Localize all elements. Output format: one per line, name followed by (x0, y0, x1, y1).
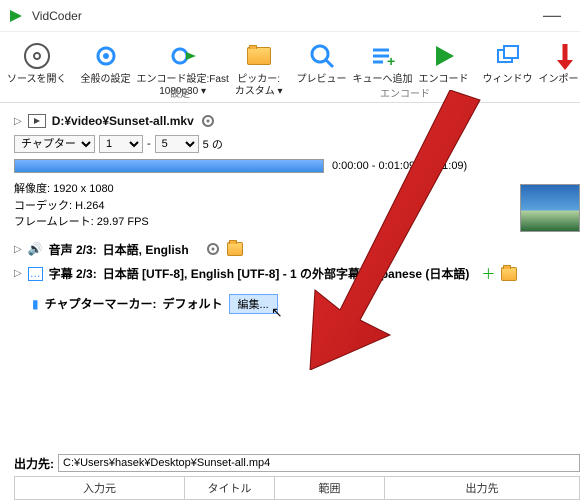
subtitle-label: 字幕 2/3: (49, 267, 97, 281)
speaker-icon: 🔊 (28, 242, 43, 256)
subtitle-folder-icon[interactable] (501, 267, 517, 281)
disc-icon (21, 40, 53, 72)
btn-label: ウィンドウ (483, 74, 533, 86)
audio-gear-icon[interactable] (205, 241, 221, 257)
btn-label: ソースを開く (7, 74, 67, 86)
preview-thumbnail[interactable] (520, 184, 580, 232)
audio-folder-icon[interactable] (227, 242, 243, 256)
progress-bar[interactable] (14, 159, 324, 173)
subtitle-value: 日本語 [UTF-8], English [UTF-8] - 1 の外部字幕: … (103, 267, 470, 281)
list-plus-icon: + (367, 40, 399, 72)
app-title: VidCoder (32, 9, 82, 23)
gear-play-icon (167, 40, 199, 72)
btn-label: インポート/ (539, 74, 580, 86)
down-arrow-icon (549, 40, 580, 72)
col-title[interactable]: タイトル (185, 477, 275, 499)
titlebar: VidCoder — (0, 0, 580, 32)
content-area: ▷ D:¥video¥Sunset-all.mkv チャプター 1 - 5 5 … (0, 103, 580, 328)
video-info: 解像度: 1920 x 1080 コーデック: H.264 フレームレート: 2… (14, 181, 566, 231)
output-path-input[interactable] (58, 454, 580, 472)
output-table-header: 入力元 タイトル 範囲 出力先 (14, 476, 580, 500)
audio-value: 日本語, English (103, 243, 189, 257)
progress-range: 0:00:00 - 0:01:09 (332, 160, 415, 172)
expander-icon[interactable]: ▷ (14, 116, 22, 127)
col-output[interactable]: 出力先 (385, 477, 579, 499)
expander-icon[interactable]: ▷ (14, 268, 22, 279)
picker-button[interactable]: ピッカー: カスタム ▾ (232, 38, 286, 100)
open-source-button[interactable]: ソースを開く (4, 38, 70, 88)
encode-button[interactable]: エンコード (416, 38, 472, 88)
btn-label: ピッカー: カスタム ▾ (235, 74, 283, 98)
windows-icon (492, 40, 524, 72)
add-subtitle-icon[interactable]: ＋ (481, 264, 495, 284)
chapter-to-select[interactable]: 5 (155, 135, 199, 153)
folder-icon (243, 40, 275, 72)
chapter-from-select[interactable]: 1 (99, 135, 143, 153)
audio-label: 音声 2/3: (49, 243, 97, 257)
cursor-icon: ↖ (271, 304, 283, 321)
preview-button[interactable]: プレビュー (294, 38, 350, 88)
btn-label: プレビュー (297, 74, 347, 86)
svg-text:+: + (387, 53, 395, 69)
chapter-count-label: 5 の (203, 136, 223, 152)
source-path: D:¥video¥Sunset-all.mkv (52, 114, 194, 128)
magnify-icon (306, 40, 338, 72)
global-settings-button[interactable]: 全般の設定 (78, 38, 134, 88)
bookmark-icon: ▮ (32, 297, 39, 311)
gear-icon (90, 40, 122, 72)
chapter-mode-select[interactable]: チャプター (14, 135, 95, 153)
col-range[interactable]: 範囲 (275, 477, 385, 499)
subtitle-icon: … (28, 267, 43, 281)
video-file-icon (28, 114, 46, 128)
edit-marker-button[interactable]: 編集... ↖ (229, 294, 278, 314)
app-logo-icon (8, 8, 24, 24)
ribbon-toolbar: ソースを開く 全般の設定 エンコード設定:Fast 1080p30 ▾ ピッカー… (0, 32, 580, 103)
window-button[interactable]: ウィンドウ (480, 38, 536, 88)
marker-value: デフォルト (163, 297, 223, 311)
btn-label: 全般の設定 (81, 74, 131, 86)
marker-label: チャプターマーカー: (45, 297, 157, 311)
expander-icon[interactable]: ▷ (14, 244, 22, 255)
add-queue-button[interactable]: + キューへ追加 (350, 38, 416, 88)
group-label-encode: エンコード (380, 85, 430, 100)
col-input[interactable]: 入力元 (15, 477, 185, 499)
minimize-button[interactable]: — (532, 5, 572, 26)
import-button[interactable]: インポート/ (536, 38, 580, 88)
output-label: 出力先: (14, 455, 54, 472)
progress-total: (0:01:09) (423, 160, 467, 172)
group-label-settings: 設定 (170, 85, 190, 100)
settings-gear-icon[interactable] (200, 113, 216, 129)
play-icon (428, 40, 460, 72)
